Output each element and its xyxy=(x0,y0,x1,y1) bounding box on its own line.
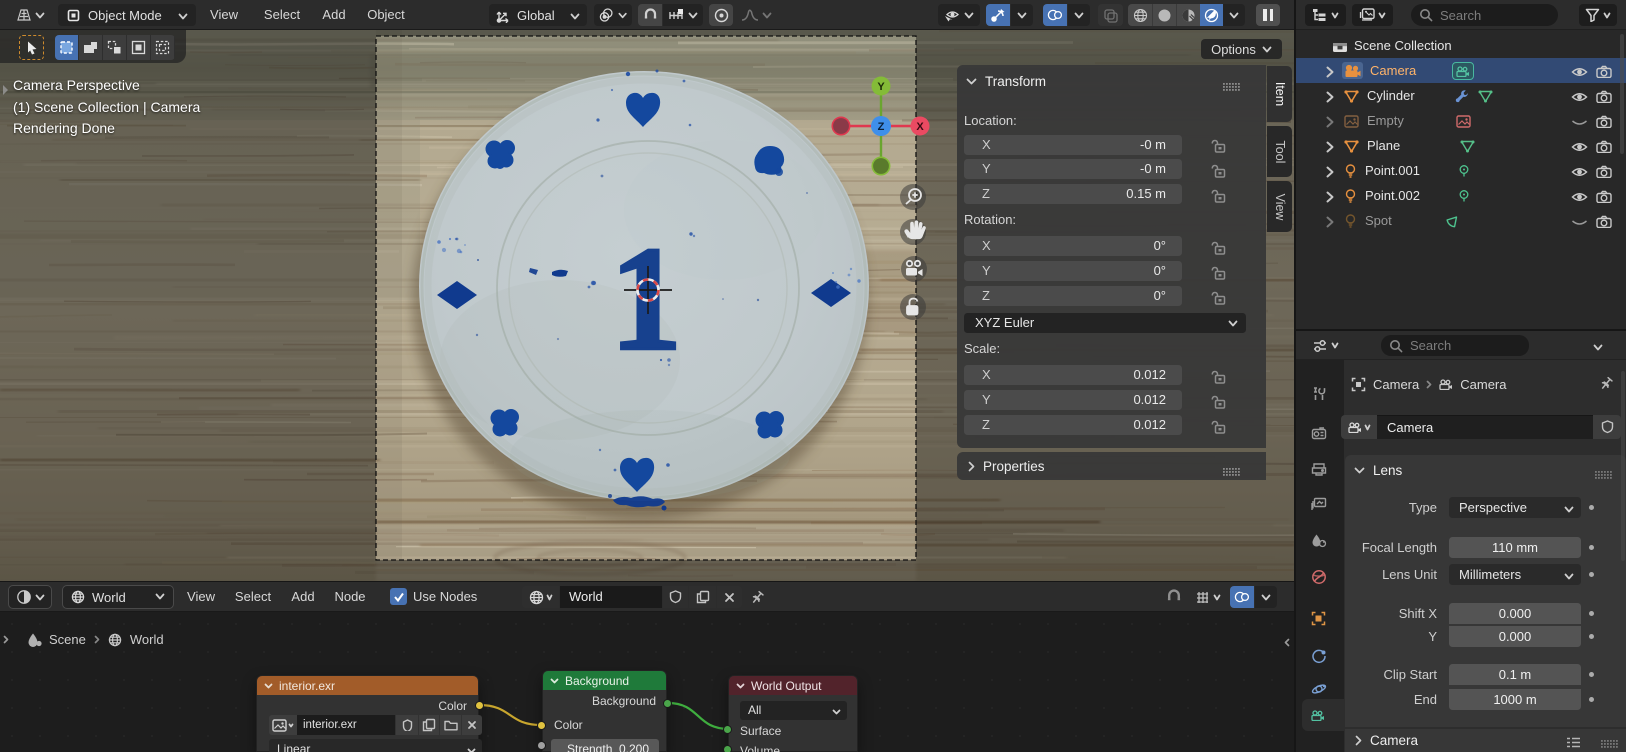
svg-text:Y: Y xyxy=(877,81,885,93)
svg-text:Z: Z xyxy=(878,121,885,133)
svg-text:1: 1 xyxy=(610,215,683,381)
svg-text:X: X xyxy=(916,121,924,133)
